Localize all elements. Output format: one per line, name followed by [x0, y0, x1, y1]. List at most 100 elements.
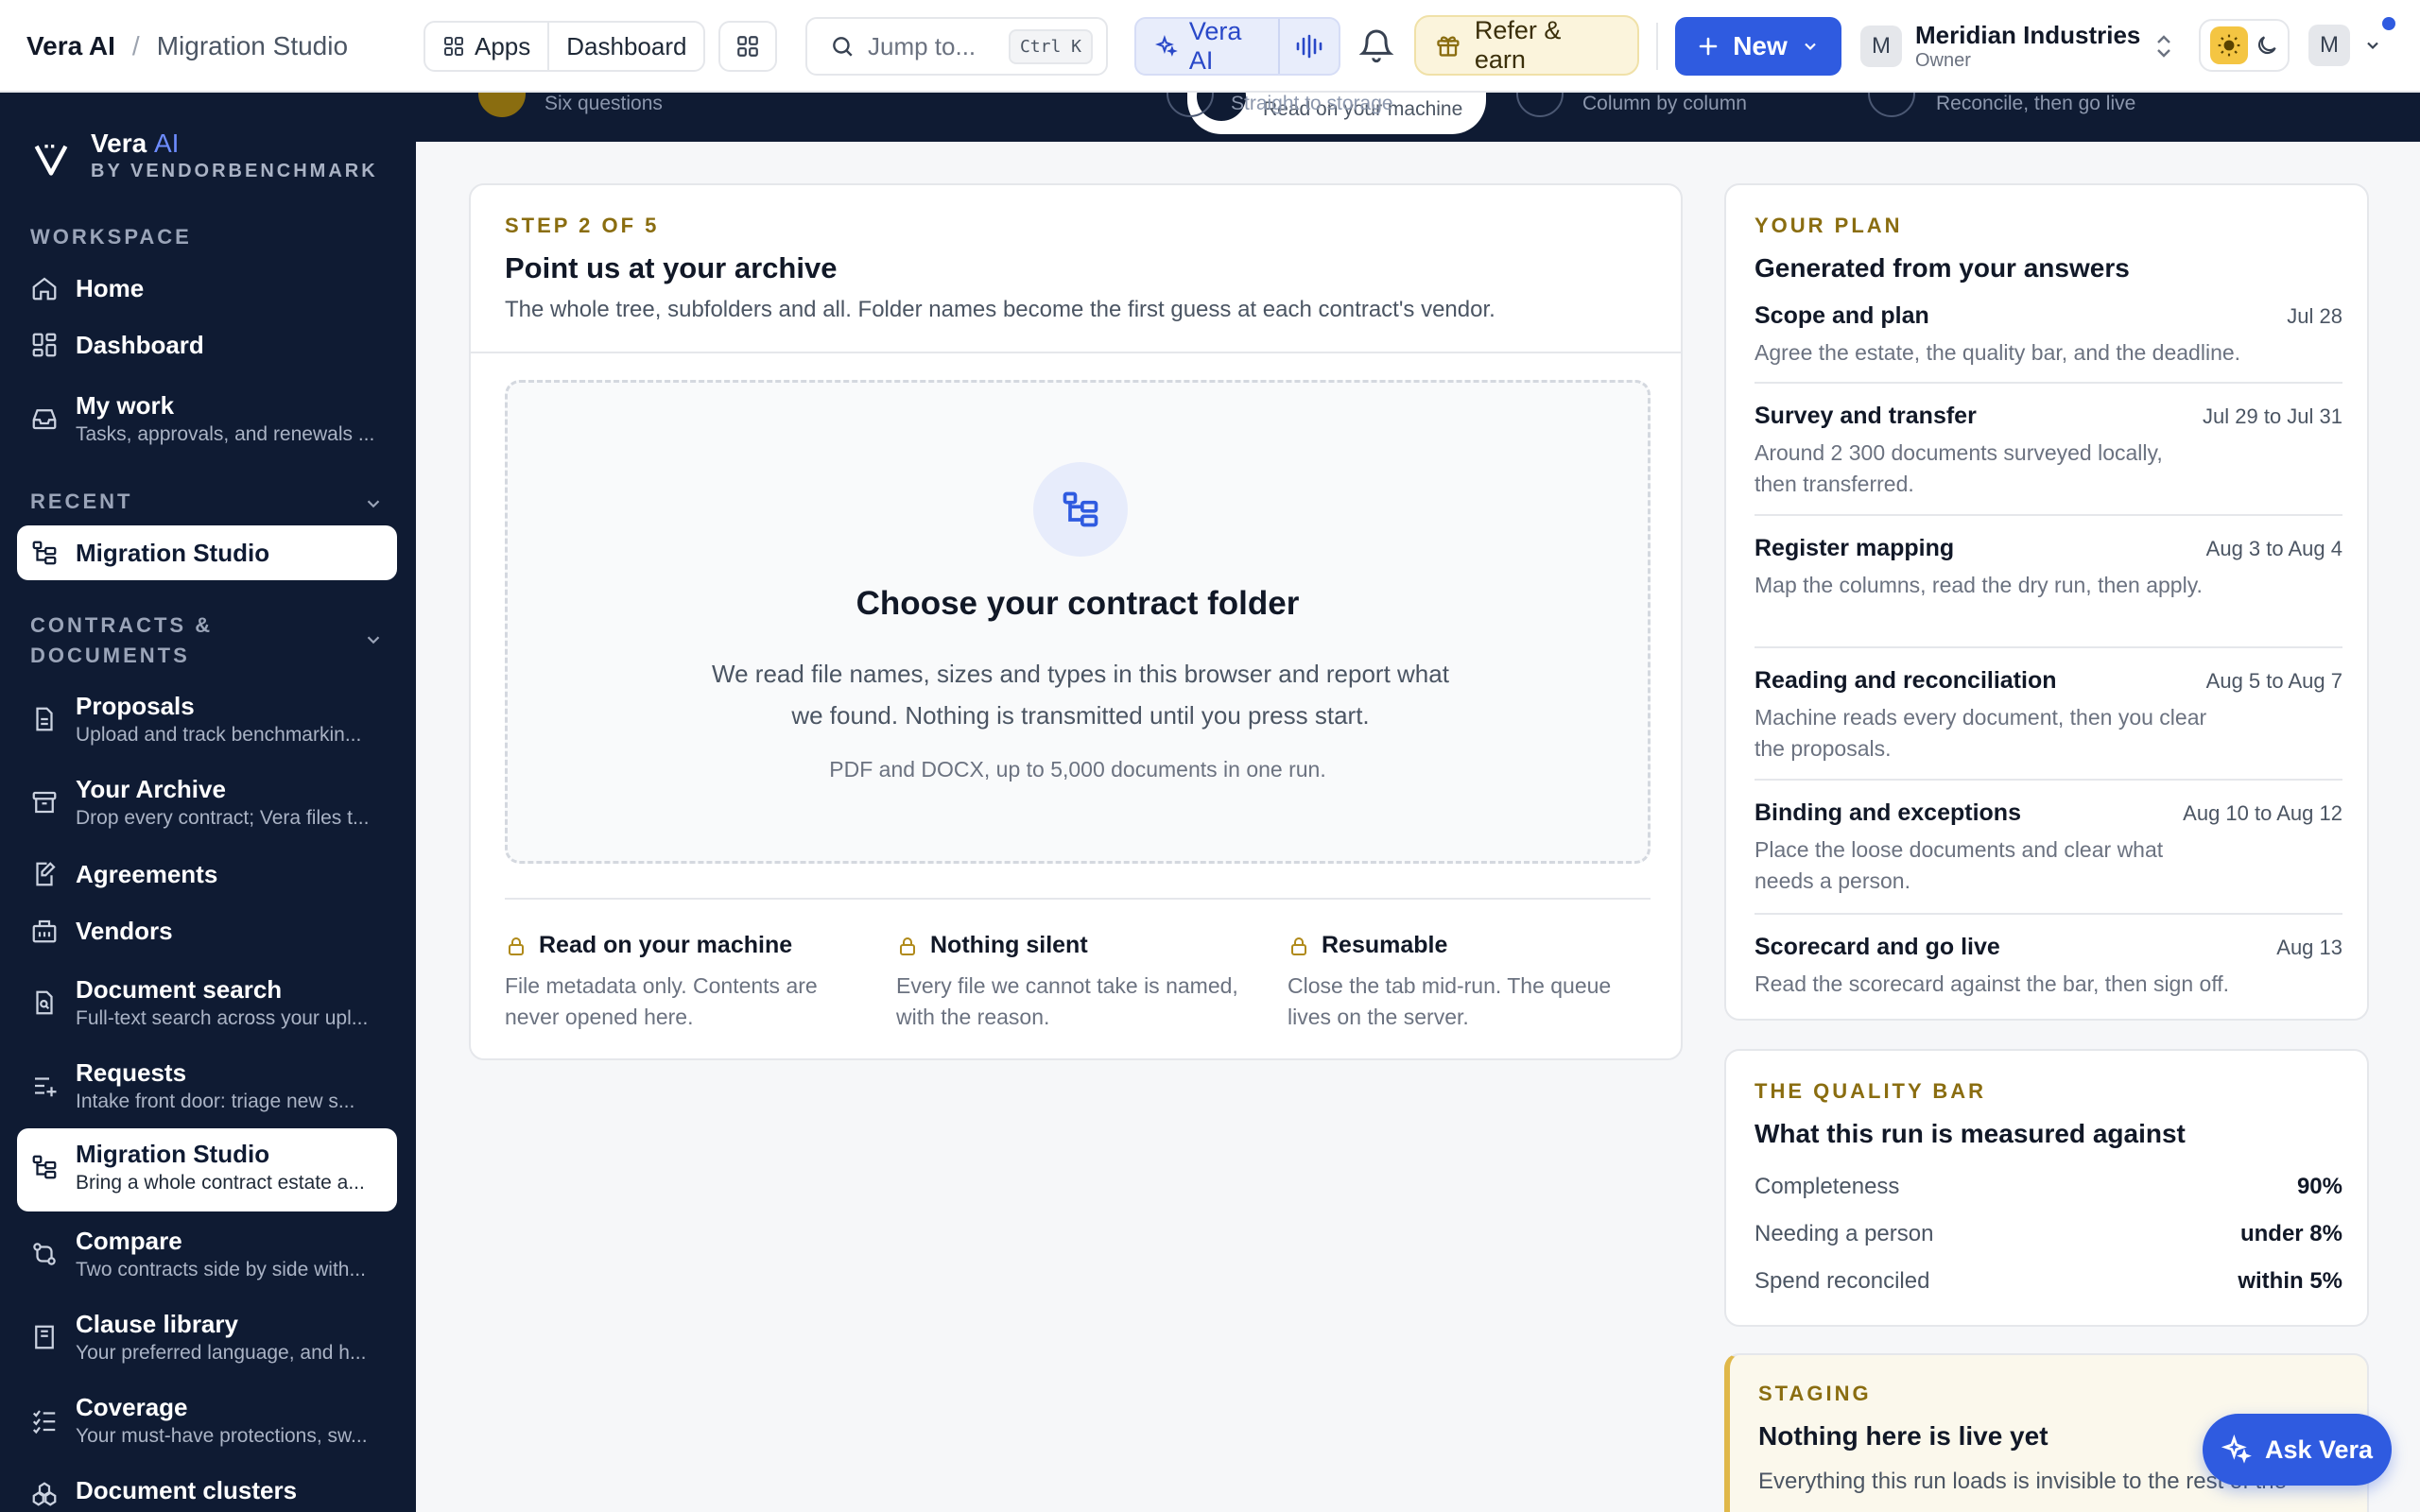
quality-row: Needing a person under 8% — [1754, 1221, 2342, 1247]
step-1-marker[interactable] — [478, 93, 526, 117]
feature-title: Resumable — [1322, 932, 1448, 958]
apps-dashboard-switch: Apps Dashboard — [424, 21, 706, 72]
sidebar-item-label: Vendors — [76, 917, 173, 945]
voice-button[interactable] — [1278, 19, 1339, 74]
feature-title: Nothing silent — [930, 932, 1088, 958]
step-4-marker[interactable] — [1516, 93, 1564, 117]
step-lead: The whole tree, subfolders and all. Fold… — [505, 297, 1495, 322]
sidebar-recent-migration-studio[interactable]: Migration Studio — [17, 525, 397, 580]
plan-row-title: Register mapping — [1754, 535, 1955, 561]
plan-row-date: Jul 28 — [2287, 304, 2342, 328]
plan-row-description: Read the scorecard against the bar, then… — [1754, 971, 2230, 996]
sidebar-item-requests[interactable]: Requests Intake front door: triage new s.… — [17, 1057, 397, 1121]
feature-title-row: Resumable — [1288, 932, 1656, 959]
chevron-down-icon[interactable] — [363, 493, 384, 514]
sidebar-item-my-work[interactable]: My work Tasks, approvals, and renewals ..… — [17, 389, 397, 454]
drop-zone-title: Choose your contract folder — [856, 585, 1300, 622]
plan-row-title: Scorecard and go live — [1754, 934, 2000, 960]
sidebar-item-compare[interactable]: Compare Two contracts side by side with..… — [17, 1225, 397, 1289]
book-icon — [35, 1325, 54, 1349]
drop-zone-limits: PDF and DOCX, up to 5,000 documents in o… — [829, 757, 1326, 782]
vera-ai-control: Vera AI — [1134, 17, 1340, 76]
folder-tree-icon — [32, 541, 57, 565]
feature-read-on-machine: Read on your machine File metadata only.… — [505, 932, 873, 1033]
sidebar-item-dashboard[interactable]: Dashboard — [17, 329, 397, 370]
jump-to-search[interactable]: Jump to... Ctrl K — [805, 17, 1108, 76]
brand-name-vera: Vera — [91, 129, 147, 158]
sidebar-item-migration-studio[interactable]: Migration Studio Bring a whole contract e… — [17, 1128, 397, 1211]
sidebar-item-clause-library[interactable]: Clause library Your preferred language, a… — [17, 1308, 397, 1372]
cluster-icon — [32, 1482, 57, 1506]
brand[interactable]: Vera AI BY VENDORBENCHMARK — [30, 129, 378, 182]
org-name: Meridian Industries — [1915, 21, 2141, 49]
refer-label: Refer & earn — [1474, 16, 1562, 74]
feature-title-row: Read on your machine — [505, 932, 873, 959]
plan-eyebrow: YOUR PLAN — [1754, 214, 1903, 237]
sidebar-item-description: Bring a whole contract estate a... — [76, 1172, 365, 1194]
step-5-subtitle: Reconcile, then go live — [1936, 93, 2136, 114]
quality-title: What this run is measured against — [1754, 1119, 2186, 1148]
drop-zone-description: We read file names, sizes and types in t… — [712, 660, 1449, 730]
sidebar-item-label: Dashboard — [76, 331, 204, 359]
grid-icon — [444, 37, 463, 56]
sidebar-item-your-archive[interactable]: Your Archive Drop every contract; Vera fi… — [17, 773, 397, 837]
chevron-down-icon[interactable] — [363, 629, 384, 650]
theme-toggle[interactable] — [2199, 19, 2290, 72]
sidebar-item-label: Proposals — [76, 692, 195, 720]
sidebar-item-coverage[interactable]: Coverage Your must-have protections, sw..… — [17, 1391, 397, 1455]
compare-icon — [33, 1243, 56, 1265]
brand-name: Vera AI — [91, 129, 378, 159]
moon-icon[interactable] — [2255, 33, 2279, 58]
home-icon — [32, 277, 57, 301]
user-avatar: M — [2308, 25, 2350, 66]
plan-divider — [1754, 913, 2342, 915]
plan-row-description: Map the columns, read the dry run, then … — [1754, 573, 2203, 597]
breadcrumb-current-page: Migration Studio — [156, 31, 349, 60]
plan-row-date: Aug 5 to Aug 7 — [2205, 669, 2342, 693]
search-icon — [833, 37, 853, 57]
migration-stepper: Six questions Read on your machine Strai… — [416, 93, 2420, 142]
sidebar-item-document-search[interactable]: Document search Full-text search across y… — [17, 973, 397, 1038]
sidebar-item-description: Drop every contract; Vera files t... — [76, 807, 370, 829]
sidebar-item-vendors[interactable]: Vendors — [17, 915, 397, 956]
sidebar-item-agreements[interactable]: Agreements — [17, 858, 397, 900]
chevron-down-icon — [2367, 42, 2378, 50]
layout-switcher-button[interactable] — [718, 21, 777, 72]
refer-and-earn-button[interactable]: Refer & earn — [1414, 15, 1639, 76]
step-4-subtitle: Column by column — [1582, 93, 1747, 114]
sun-icon[interactable] — [2209, 26, 2248, 64]
plan-divider — [1754, 779, 2342, 781]
user-menu[interactable]: M — [2308, 25, 2382, 66]
sidebar-item-document-clusters[interactable]: Document clusters — [17, 1474, 397, 1512]
plan-row-date: Aug 10 to Aug 12 — [2183, 801, 2342, 825]
features-divider — [505, 898, 1651, 900]
step-5-marker[interactable] — [1868, 93, 1915, 117]
ask-vera-button[interactable]: Ask Vera — [2203, 1414, 2392, 1486]
sidebar-item-proposals[interactable]: Proposals Upload and track benchmarkin... — [17, 690, 397, 754]
plan-title: Generated from your answers — [1754, 253, 2130, 283]
vera-ai-button[interactable]: Vera AI — [1136, 17, 1278, 75]
plus-icon — [1699, 37, 1718, 56]
brand-subtitle: BY VENDORBENCHMARK — [91, 161, 378, 181]
dashboard-button[interactable]: Dashboard — [547, 23, 703, 70]
plan-row-title: Reading and reconciliation — [1754, 667, 2057, 694]
plan-row-description: Agree the estate, the quality bar, and t… — [1754, 340, 2241, 365]
plan-card: YOUR PLAN Generated from your answers Sc… — [1724, 183, 2369, 1021]
document-edit-icon — [36, 862, 56, 886]
folder-drop-zone[interactable]: Choose your contract folder We read file… — [505, 380, 1651, 864]
bell-icon[interactable] — [1357, 26, 1395, 64]
checklist-icon — [32, 1410, 56, 1435]
plan-row-description: Around 2 300 documents surveyed locally,… — [1754, 440, 2163, 496]
apps-button[interactable]: Apps — [425, 23, 547, 70]
breadcrumb-app[interactable]: Vera AI — [26, 31, 115, 61]
new-button[interactable]: New — [1675, 17, 1841, 76]
lock-icon — [900, 936, 915, 955]
step-title: Point us at your archive — [505, 251, 838, 284]
sidebar-item-label: Coverage — [76, 1393, 188, 1421]
organization-switcher[interactable]: M Meridian Industries Owner — [1860, 17, 2174, 76]
sidebar-item-home[interactable]: Home — [17, 272, 397, 314]
staging-eyebrow: STAGING — [1758, 1382, 1872, 1405]
quality-metric: Needing a person — [1754, 1221, 1934, 1246]
notification-dot — [2382, 17, 2395, 30]
plan-divider — [1754, 514, 2342, 516]
